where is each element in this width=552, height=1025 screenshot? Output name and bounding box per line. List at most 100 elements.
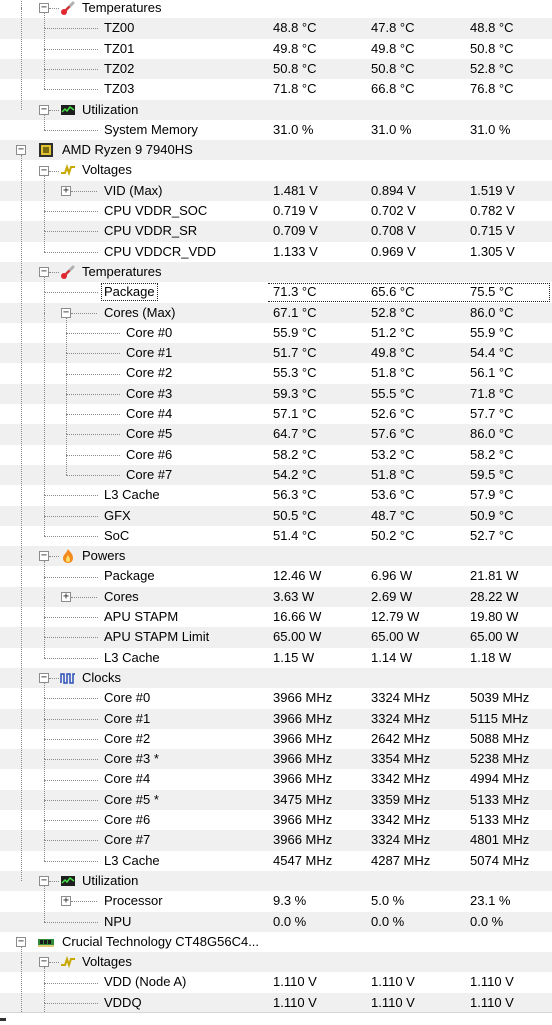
tree-connector-line xyxy=(44,596,45,618)
tree-connector-line xyxy=(44,759,98,761)
tree-node-temperatures[interactable]: Temperatures xyxy=(0,261,552,283)
tree-node-voltages[interactable]: Voltages xyxy=(0,952,552,973)
value-minimum: 0.702 V xyxy=(371,203,416,218)
value-minimum: 49.8 °C xyxy=(371,40,415,56)
value-maximum: 65.00 W xyxy=(470,629,519,645)
tree-connector-line xyxy=(44,1002,45,1012)
node-label: Crucial Technology CT48G56C4... xyxy=(62,933,260,949)
sensor-tree[interactable]: Temperatures − TZ00 48.8 °C 47.8 °C 48.8 °C TZ… xyxy=(0,0,552,1013)
tree-connector-line xyxy=(71,901,97,903)
collapse-toggle[interactable]: − xyxy=(61,307,71,318)
tree-connector-line xyxy=(44,820,98,822)
tree-connector-line xyxy=(44,69,45,90)
node-label: Temperatures xyxy=(82,263,162,279)
value-minimum: 66.8 °C xyxy=(371,81,415,97)
value-current: 67.1 °C xyxy=(273,304,317,320)
node-label: Clocks xyxy=(82,669,122,685)
tree-connector-line xyxy=(71,190,97,192)
sensor-label: Core #3 * xyxy=(104,751,159,767)
selection-focus-outline xyxy=(268,283,550,303)
value-minimum: 57.6 °C xyxy=(371,426,415,442)
tree-node-powers[interactable]: Powers xyxy=(0,546,552,567)
value-minimum: 31.0 % xyxy=(371,121,412,137)
value-current: 48.8 °C xyxy=(273,20,317,36)
sensor-label: Core #5 xyxy=(126,426,173,442)
expand-toggle[interactable]: + xyxy=(61,896,71,907)
sensor-label: Core #1 xyxy=(126,345,173,361)
tree-connector-line xyxy=(44,967,45,983)
value-minimum: 0.894 V xyxy=(371,182,416,198)
tree-connector-line xyxy=(44,535,98,537)
tree-connector-line xyxy=(66,353,67,374)
node-label: Voltages xyxy=(82,162,132,178)
tree-connector-line xyxy=(66,332,120,334)
tree-connector-line xyxy=(44,840,98,842)
sensor-label: TZ03 xyxy=(104,81,135,97)
tree-connector-line xyxy=(44,231,98,233)
value-minimum: 53.6 °C xyxy=(371,487,415,503)
tree-node-crucial-technology-ct48g56c4[interactable]: Crucial Technology CT48G56C4... xyxy=(0,932,552,952)
utilization-monitor-icon xyxy=(60,102,76,118)
value-current: 1.110 V xyxy=(273,974,317,990)
tree-connector-line xyxy=(44,738,45,760)
value-minimum: 12.79 W xyxy=(371,609,420,624)
tree-connector-line xyxy=(21,678,22,882)
collapse-toggle[interactable]: − xyxy=(39,673,49,684)
tree-connector-line xyxy=(44,69,98,71)
value-current: 3966 MHz xyxy=(273,751,333,767)
memory-module-icon xyxy=(38,934,54,950)
value-maximum: 5133 MHz xyxy=(470,791,530,807)
collapse-toggle[interactable]: − xyxy=(39,104,49,115)
value-current: 57.1 °C xyxy=(273,406,317,421)
tree-connector-line xyxy=(44,698,45,719)
tree-node-utilization[interactable]: Utilization xyxy=(0,870,552,892)
value-maximum: 0.782 V xyxy=(470,203,515,218)
tree-connector-line xyxy=(21,170,22,273)
tree-connector-line xyxy=(44,89,98,91)
tree-connector-line xyxy=(66,353,120,355)
tree-node-temperatures[interactable]: Temperatures xyxy=(0,0,552,18)
value-current: 3475 MHz xyxy=(273,791,333,807)
flame-icon xyxy=(60,548,76,564)
value-current: 51.7 °C xyxy=(273,345,317,361)
value-minimum: 0.708 V xyxy=(371,223,416,239)
tree-connector-line xyxy=(44,515,98,517)
sensor-label: Core #7 xyxy=(126,466,173,482)
expand-toggle[interactable]: + xyxy=(61,591,71,602)
tree-node-clocks[interactable]: Clocks xyxy=(0,667,552,689)
value-maximum: 5088 MHz xyxy=(470,730,530,746)
value-minimum: 47.8 °C xyxy=(371,20,415,36)
value-minimum: 52.6 °C xyxy=(371,406,415,421)
value-current: 50.5 °C xyxy=(273,507,317,523)
value-minimum: 6.96 W xyxy=(371,568,413,584)
tree-connector-line xyxy=(44,28,98,30)
collapse-toggle[interactable]: − xyxy=(39,267,49,278)
value-current: 0.0 % xyxy=(273,913,307,929)
value-current: 1.15 W xyxy=(273,649,315,665)
resize-grip[interactable] xyxy=(0,1018,6,1021)
tree-connector-line xyxy=(44,901,45,922)
collapse-toggle[interactable]: − xyxy=(16,145,26,156)
voltage-icon xyxy=(60,162,76,178)
value-current: 1.133 V xyxy=(273,243,318,259)
tree-node-utilization[interactable]: Utilization xyxy=(0,99,552,120)
collapse-toggle[interactable]: − xyxy=(39,3,49,14)
tree-connector-line xyxy=(44,1002,98,1004)
tree-connector-line xyxy=(44,698,98,700)
tree-connector-line xyxy=(66,373,67,394)
tree-connector-line xyxy=(44,617,98,619)
expand-toggle[interactable]: + xyxy=(61,185,71,196)
value-current: 9.3 % xyxy=(273,893,307,909)
collapse-toggle[interactable]: − xyxy=(39,551,49,562)
tree-node-voltages[interactable]: Voltages xyxy=(0,160,552,180)
value-current: 0.719 V xyxy=(273,203,318,218)
sensor-label: L3 Cache xyxy=(104,852,160,868)
collapse-toggle[interactable]: − xyxy=(39,165,49,176)
collapse-toggle[interactable]: − xyxy=(16,936,26,947)
tree-connector-line xyxy=(44,48,98,50)
tree-node-amd-ryzen-9-7940hs[interactable]: AMD Ryzen 9 7940HS xyxy=(0,140,552,161)
tree-connector-line xyxy=(44,886,45,902)
sensor-label: Package xyxy=(104,568,155,584)
collapse-toggle[interactable]: − xyxy=(39,957,49,968)
collapse-toggle[interactable]: − xyxy=(39,876,49,887)
